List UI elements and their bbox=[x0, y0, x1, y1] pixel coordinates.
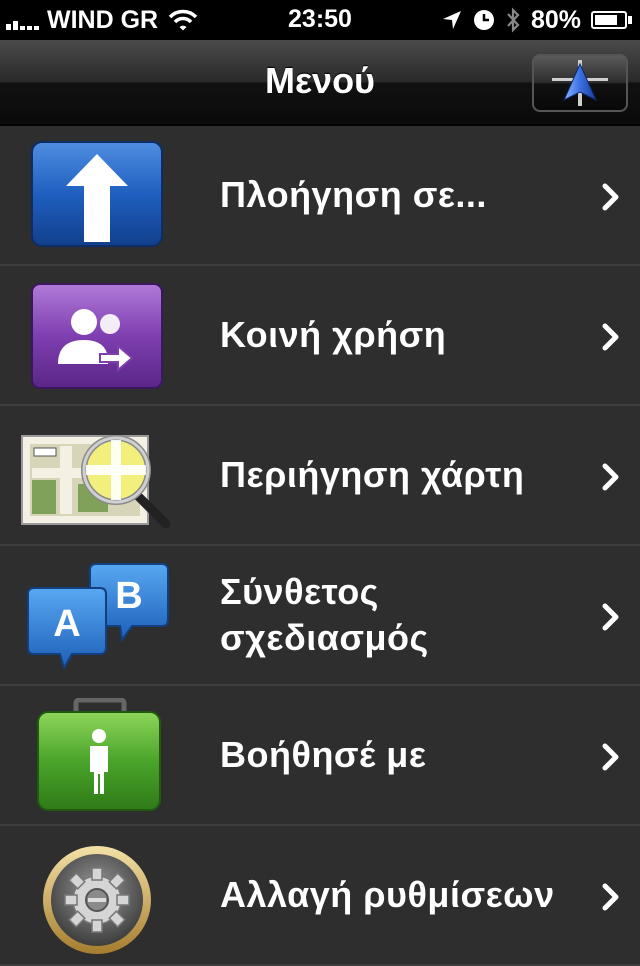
menu-item-share[interactable]: Κοινή χρήση bbox=[0, 266, 640, 406]
settings-gear-icon bbox=[43, 846, 151, 954]
map-magnifier-icon bbox=[21, 435, 170, 529]
status-bar: WIND GR 23:50 80% bbox=[0, 0, 640, 40]
up-arrow-sign-icon bbox=[31, 141, 163, 247]
svg-text:B: B bbox=[115, 575, 142, 617]
menu-item-change-settings[interactable]: Αλλαγή ρυθμίσεων bbox=[0, 826, 640, 966]
navigation-bar: Μενού bbox=[0, 40, 640, 126]
menu-list: Πλοήγηση σε... Κοινή χρήση Περιήγηση χάρ… bbox=[0, 126, 640, 966]
menu-item-navigate-to[interactable]: Πλοήγηση σε... bbox=[0, 126, 640, 266]
navigation-view-button[interactable] bbox=[532, 54, 628, 112]
first-aid-kit-icon bbox=[37, 698, 161, 811]
location-arrow-icon bbox=[442, 11, 461, 29]
menu-item-label: Αλλαγή ρυθμίσεων bbox=[220, 874, 555, 915]
menu-item-help-me[interactable]: Βοήθησέ με bbox=[0, 686, 640, 826]
navigation-arrow-icon bbox=[552, 60, 608, 106]
chevron-right-icon bbox=[602, 183, 619, 211]
share-people-icon bbox=[31, 283, 163, 389]
route-a-b-icon: B A bbox=[27, 563, 169, 671]
svg-text:A: A bbox=[53, 603, 80, 645]
chevron-right-icon bbox=[602, 323, 619, 351]
menu-item-advanced-planning[interactable]: B A Σύνθετος σχεδιασμός bbox=[0, 546, 640, 686]
chevron-right-icon bbox=[602, 743, 619, 771]
chevron-right-icon bbox=[602, 603, 619, 631]
chevron-right-icon bbox=[602, 463, 619, 491]
battery-percent: 80% bbox=[530, 5, 581, 34]
menu-item-label: Βοήθησέ με bbox=[220, 734, 427, 775]
battery-icon bbox=[591, 11, 632, 29]
bluetooth-icon bbox=[507, 7, 520, 33]
menu-item-label: Σύνθετος σχεδιασμός bbox=[220, 571, 429, 658]
menu-item-label: Περιήγηση χάρτη bbox=[220, 454, 525, 495]
chevron-right-icon bbox=[602, 883, 619, 911]
menu-item-browse-map[interactable]: Περιήγηση χάρτη bbox=[0, 406, 640, 546]
menu-item-label: Κοινή χρήση bbox=[220, 314, 447, 355]
menu-item-label: Πλοήγηση σε... bbox=[220, 174, 487, 215]
clock-icon bbox=[473, 10, 494, 30]
